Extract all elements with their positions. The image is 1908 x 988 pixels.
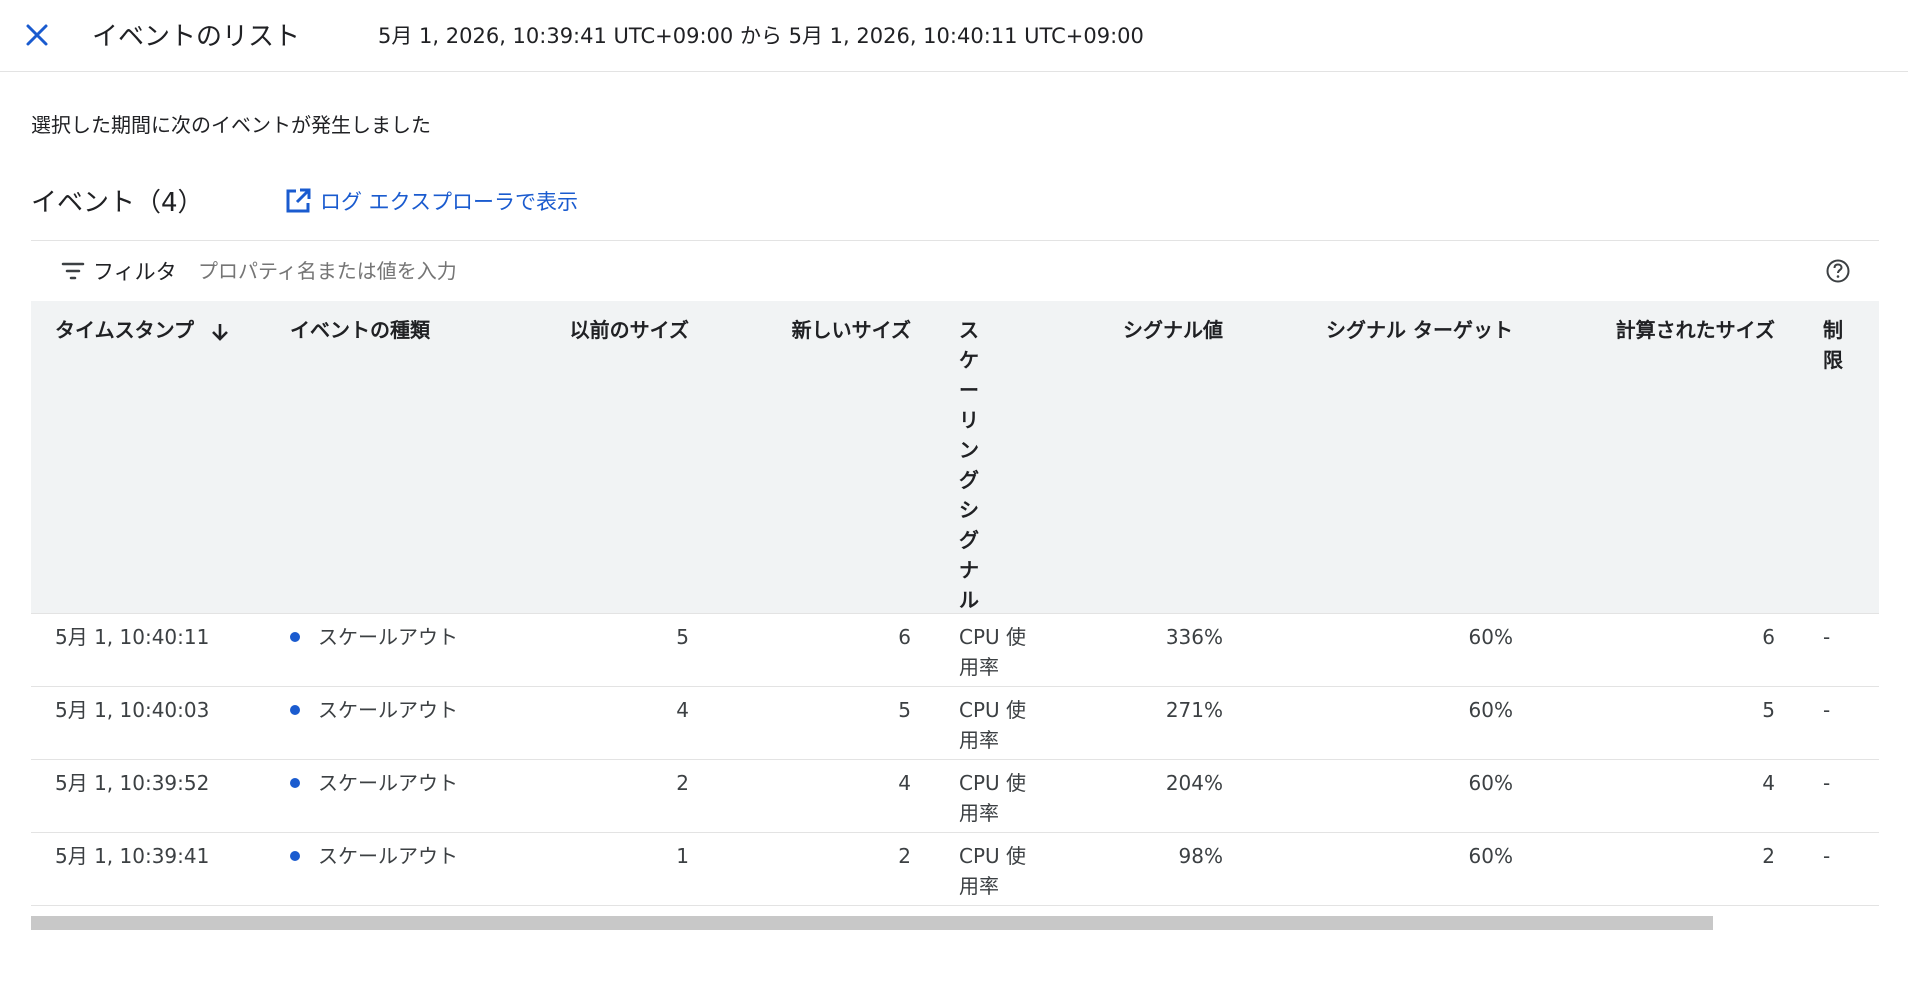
events-heading: イベント（4） (31, 188, 204, 218)
cell-prev-size: 5 (676, 625, 689, 649)
filter-input[interactable] (196, 251, 1200, 291)
column-event-type[interactable]: イベントの種類 (290, 315, 430, 345)
cell-event-type: スケールアウト (290, 622, 458, 652)
cell-new-size: 6 (898, 625, 911, 649)
column-computed-size[interactable]: 計算されたサイズ (1531, 315, 1775, 345)
cell-signal: CPU 使用率 (959, 771, 1027, 825)
status-dot (290, 850, 300, 861)
status-dot (290, 631, 300, 642)
cell-timestamp: 5月 1, 10:40:03 (55, 698, 210, 722)
table-row[interactable]: 5月 1, 10:39:52 スケールアウト 2 4 CPU 使用率 204% … (31, 760, 1879, 833)
event-type-label: スケールアウト (318, 625, 458, 649)
cell-signal: CPU 使用率 (959, 844, 1027, 898)
column-signal[interactable]: スケーリングシグナル (959, 315, 983, 615)
column-timestamp-label: タイムスタンプ (55, 318, 194, 342)
event-type-label: スケールアウト (318, 771, 458, 795)
table-row[interactable]: 5月 1, 10:40:11 スケールアウト 5 6 CPU 使用率 336% … (31, 614, 1879, 687)
open-in-new-icon (286, 188, 311, 213)
cell-event-type: スケールアウト (290, 768, 458, 798)
table-row[interactable]: 5月 1, 10:39:41 スケールアウト 1 2 CPU 使用率 98% 6… (31, 833, 1879, 906)
cell-signal: CPU 使用率 (959, 698, 1027, 752)
cell-timestamp: 5月 1, 10:40:11 (55, 625, 210, 649)
column-signal-value[interactable]: シグナル値 (1031, 315, 1223, 345)
cell-prev-size: 4 (676, 698, 689, 722)
description-text: 選択した期間に次のイベントが発生しました (31, 113, 431, 137)
cell-limit: - (1823, 771, 1831, 795)
filter-icon (61, 262, 85, 280)
cell-signal-target: 60% (1468, 698, 1513, 722)
cell-limit: - (1823, 625, 1831, 649)
cell-event-type: スケールアウト (290, 841, 458, 871)
cell-limit: - (1823, 698, 1831, 722)
column-prev-size[interactable]: 以前のサイズ (491, 315, 689, 345)
column-new-size[interactable]: 新しいサイズ (731, 315, 911, 345)
table-row[interactable]: 5月 1, 10:40:03 スケールアウト 4 5 CPU 使用率 271% … (31, 687, 1879, 760)
cell-computed-size: 5 (1762, 698, 1775, 722)
cell-signal-value: 271% (1165, 698, 1223, 722)
status-dot (290, 704, 300, 715)
cell-new-size: 5 (898, 698, 911, 722)
cell-new-size: 2 (898, 844, 911, 868)
page-title: イベントのリスト (92, 22, 301, 52)
table-body: 5月 1, 10:40:11 スケールアウト 5 6 CPU 使用率 336% … (31, 614, 1879, 906)
cell-new-size: 4 (898, 771, 911, 795)
arrow-down-icon (212, 323, 228, 341)
help-icon[interactable] (1825, 258, 1851, 284)
cell-signal-target: 60% (1468, 771, 1513, 795)
cell-signal-value: 98% (1178, 844, 1223, 868)
column-limit[interactable]: 制限 (1823, 315, 1847, 375)
cell-computed-size: 2 (1762, 844, 1775, 868)
close-icon[interactable] (22, 20, 52, 50)
column-timestamp[interactable]: タイムスタンプ (55, 315, 231, 345)
cell-limit: - (1823, 844, 1831, 868)
cell-signal: CPU 使用率 (959, 625, 1027, 679)
status-dot (290, 777, 300, 788)
cell-prev-size: 1 (676, 844, 689, 868)
time-range: 5月 1, 2026, 10:39:41 UTC+09:00 から 5月 1, … (378, 24, 1144, 48)
table-header: タイムスタンプ イベントの種類 以前のサイズ 新しいサイズ スケーリングシグナル… (31, 301, 1879, 614)
dialog-header: イベントのリスト 5月 1, 2026, 10:39:41 UTC+09:00 … (0, 0, 1908, 72)
filter-bar: フィルタ (31, 240, 1879, 302)
cell-event-type: スケールアウト (290, 695, 458, 725)
close-button[interactable] (22, 20, 52, 50)
event-type-label: スケールアウト (318, 698, 458, 722)
log-explorer-label: ログ エクスプローラで表示 (320, 190, 579, 214)
cell-computed-size: 6 (1762, 625, 1775, 649)
cell-signal-target: 60% (1468, 844, 1513, 868)
cell-signal-target: 60% (1468, 625, 1513, 649)
filter-label: フィルタ (93, 260, 177, 284)
cell-signal-value: 336% (1165, 625, 1223, 649)
cell-timestamp: 5月 1, 10:39:52 (55, 771, 210, 795)
column-signal-target[interactable]: シグナル ターゲット (1251, 315, 1513, 345)
cell-signal-value: 204% (1165, 771, 1223, 795)
horizontal-scrollbar[interactable] (31, 916, 1713, 930)
cell-timestamp: 5月 1, 10:39:41 (55, 844, 210, 868)
log-explorer-link[interactable]: ログ エクスプローラで表示 (284, 186, 578, 216)
event-type-label: スケールアウト (318, 844, 458, 868)
cell-prev-size: 2 (676, 771, 689, 795)
cell-computed-size: 4 (1762, 771, 1775, 795)
events-table-panel: フィルタ タイムスタンプ イベントの種類 以前のサイズ 新しいサイズ スケーリン… (31, 240, 1879, 930)
